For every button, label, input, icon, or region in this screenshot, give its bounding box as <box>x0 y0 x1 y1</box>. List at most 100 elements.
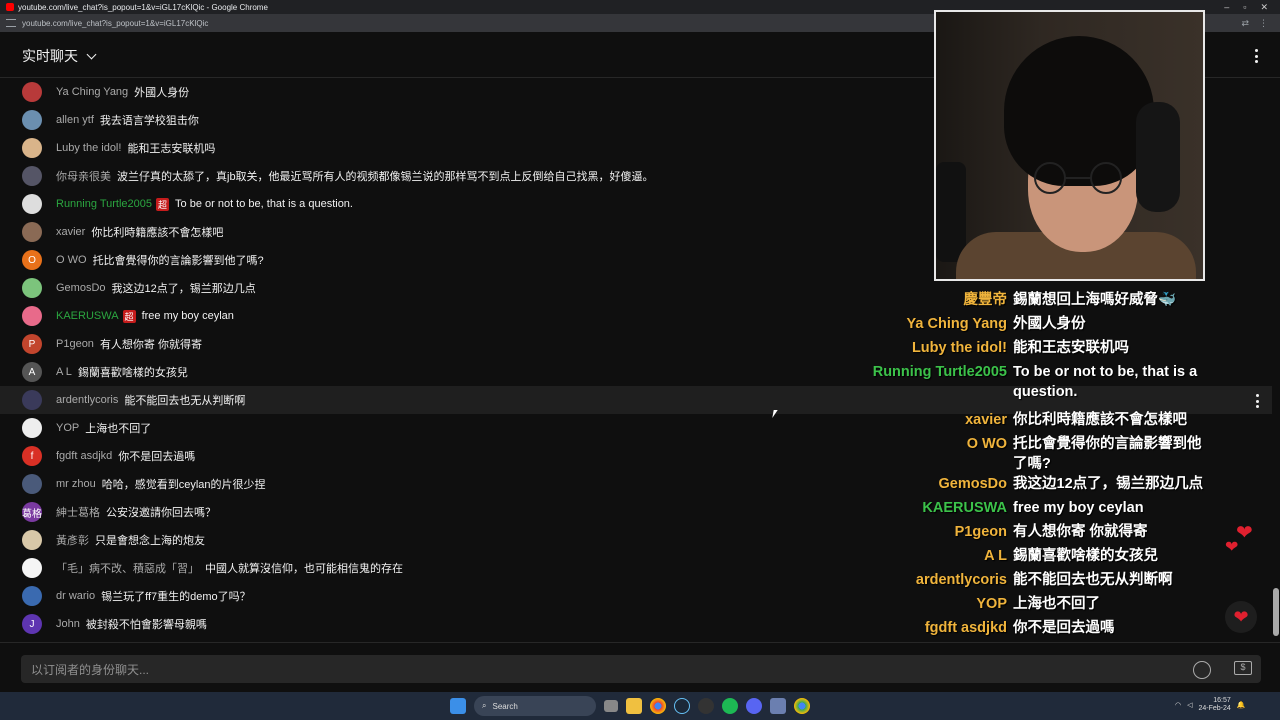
avatar[interactable] <box>22 166 42 186</box>
system-clock[interactable]: 16:57 24-Feb-24 <box>1199 697 1231 713</box>
chat-mode-dropdown[interactable]: 实时聊天 <box>22 46 97 66</box>
more-options-icon[interactable] <box>1254 49 1258 63</box>
avatar[interactable] <box>22 278 42 298</box>
overlay-text: 能和王志安联机吗 <box>1013 340 1129 356</box>
overlay-text: 有人想你寄 你就得寄 <box>1013 524 1148 540</box>
message-author[interactable]: 黃彥彰 <box>56 532 89 548</box>
message-text: 錫蘭喜歡啥樣的女孩兒 <box>77 367 188 379</box>
overlay-author: A L <box>984 548 1007 564</box>
avatar[interactable] <box>22 474 42 494</box>
spotify-icon[interactable] <box>722 698 738 714</box>
overlay-chat-line: Ya Ching Yang 外國人身份 <box>870 314 1230 334</box>
address-url[interactable]: youtube.com/live_chat?is_popout=1&v=iGL1… <box>22 19 208 28</box>
message-author[interactable]: Luby the idol! <box>56 142 121 154</box>
member-badge-icon: 超 <box>122 309 136 323</box>
message-author[interactable]: O WO <box>56 254 87 266</box>
window-title: youtube.com/live_chat?is_popout=1&v=iGL1… <box>18 2 268 12</box>
avatar[interactable] <box>22 222 42 242</box>
message-author[interactable]: YOP <box>56 422 79 434</box>
message-author[interactable]: John <box>56 618 80 630</box>
overlay-author: KAERUSWA <box>922 500 1007 516</box>
message-author[interactable]: Running Turtle2005 <box>56 198 152 210</box>
chat-scrollbar[interactable] <box>1272 78 1280 642</box>
webcam-overlay <box>934 10 1205 281</box>
message-author[interactable]: Ya Ching Yang <box>56 86 128 98</box>
wifi-icon[interactable]: ◠ <box>1175 701 1181 709</box>
avatar[interactable]: f <box>22 446 42 466</box>
scrollbar-thumb[interactable] <box>1273 588 1279 636</box>
avatar[interactable] <box>22 194 42 214</box>
task-view-icon[interactable] <box>604 700 618 712</box>
overlay-text: 你不是回去過嗎 <box>1013 620 1115 636</box>
message-author[interactable]: KAERUSWA <box>56 310 119 322</box>
message-author[interactable]: P1geon <box>56 338 94 350</box>
message-menu-icon[interactable] <box>1255 394 1259 408</box>
avatar[interactable] <box>22 418 42 438</box>
avatar[interactable] <box>22 110 42 130</box>
overlay-text: 能不能回去也无从判断啊 <box>1013 572 1173 588</box>
discord-icon[interactable] <box>746 698 762 714</box>
message-author[interactable]: allen ytf <box>56 114 94 126</box>
taskbar-search[interactable]: ⌕ Search <box>474 696 596 716</box>
minimize-icon[interactable]: – <box>1224 2 1229 13</box>
message-author[interactable]: ardentlycoris <box>56 394 118 406</box>
notification-icon[interactable]: 🔔 <box>1237 701 1246 709</box>
file-explorer-icon[interactable] <box>626 698 642 714</box>
avatar[interactable] <box>22 306 42 326</box>
chrome-icon[interactable] <box>650 698 666 714</box>
overlay-chat-line: A L 錫蘭喜歡啥樣的女孩兒 <box>870 546 1230 566</box>
overlay-author: xavier <box>965 412 1007 428</box>
overlay-text: 錫蘭想回上海嗎好威脅🐳 <box>1013 292 1177 308</box>
avatar[interactable] <box>22 586 42 606</box>
overlay-text: 外國人身份 <box>1013 316 1086 332</box>
avatar[interactable] <box>22 390 42 410</box>
overlay-chat-line: Luby the idol! 能和王志安联机吗 <box>870 338 1230 358</box>
taskbar-search-label: Search <box>492 701 518 711</box>
obs-icon[interactable] <box>698 698 714 714</box>
chat-input[interactable]: 以订阅者的身份聊天... <box>21 655 1261 683</box>
overlay-author: P1geon <box>954 524 1007 540</box>
page-menu-icon[interactable]: ⋮ <box>1259 18 1268 29</box>
avatar[interactable]: A <box>22 362 42 382</box>
message-author[interactable]: xavier <box>56 226 85 238</box>
message-author[interactable]: fgdft asdjkd <box>56 450 112 462</box>
avatar[interactable]: O <box>22 250 42 270</box>
overlay-author: Running Turtle2005 <box>872 364 1007 380</box>
overlay-text: 托比會覺得你的言論影響到他了嗎? <box>1013 436 1202 472</box>
chat-title: 实时聊天 <box>22 48 78 64</box>
volume-icon[interactable]: ◁ <box>1187 701 1192 709</box>
message-author[interactable]: mr zhou <box>56 478 96 490</box>
steam-icon[interactable] <box>674 698 690 714</box>
avatar[interactable]: P <box>22 334 42 354</box>
avatar[interactable] <box>22 138 42 158</box>
overlay-text: free my boy ceylan <box>1013 500 1144 516</box>
message-text: 哈哈，感觉看到ceylan的片很少捏 <box>101 479 266 491</box>
app-icon[interactable] <box>770 698 786 714</box>
like-heart-button[interactable]: ❤ <box>1225 601 1257 633</box>
avatar[interactable] <box>22 558 42 578</box>
message-author[interactable]: 「毛」病不改、積惡成「習」 <box>56 560 199 576</box>
avatar[interactable] <box>22 530 42 550</box>
close-icon[interactable]: ✕ <box>1260 2 1268 13</box>
message-text: 上海也不回了 <box>85 423 152 435</box>
overlay-chat-line: GemosDo 我这边12点了，锡兰那边几点 <box>870 474 1230 494</box>
avatar[interactable] <box>22 82 42 102</box>
microphone-icon <box>936 162 966 262</box>
avatar[interactable]: J <box>22 614 42 634</box>
message-author[interactable]: 紳士葛格 <box>56 504 100 520</box>
message-author[interactable]: GemosDo <box>56 282 106 294</box>
message-text: 你不是回去過嗎 <box>118 451 196 463</box>
message-author[interactable]: 你母亲很美 <box>56 168 111 184</box>
emoji-icon[interactable] <box>1193 661 1211 679</box>
maximize-icon[interactable]: ▫ <box>1243 2 1246 13</box>
site-info-icon[interactable] <box>6 19 16 27</box>
message-author[interactable]: dr wario <box>56 590 95 602</box>
super-chat-icon[interactable]: $ <box>1234 661 1252 675</box>
message-author[interactable]: A L <box>56 366 72 378</box>
avatar[interactable]: 葛格 <box>22 502 42 522</box>
translate-icon[interactable]: ⇄ <box>1241 18 1249 29</box>
message-text: 波兰仔真的太舔了，真jb取关，他最近骂所有人的视频都像锡兰说的那样骂不到点上反倒… <box>117 171 654 183</box>
overlay-text: 我这边12点了，锡兰那边几点 <box>1013 476 1204 492</box>
chrome-active-icon[interactable] <box>794 698 810 714</box>
windows-start-icon[interactable] <box>450 698 466 714</box>
